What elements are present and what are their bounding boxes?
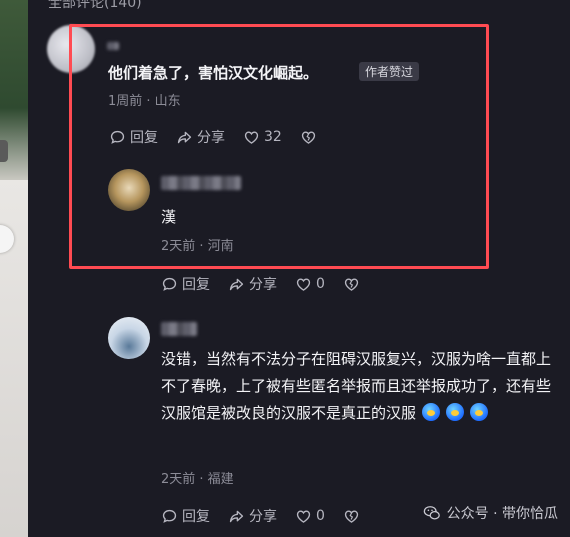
share-label: 分享 (197, 130, 225, 146)
avatar[interactable] (108, 317, 150, 359)
reply-button[interactable]: 回复 (161, 506, 210, 526)
like-button[interactable]: 32 (243, 129, 282, 146)
wechat-icon (423, 506, 440, 520)
heart-icon (244, 131, 259, 144)
dislike-button[interactable] (300, 129, 317, 146)
reply-button[interactable]: 回复 (109, 127, 158, 147)
comment-text: 他们着急了，害怕汉文化崛起。 (108, 64, 319, 82)
username-blurred[interactable] (161, 322, 197, 336)
reply-text-content: 没错，当然有不法分子在阻碍汉服复兴，汉服为啥一直都上不了春晚，上了被有些匿名举报… (161, 350, 552, 422)
share-button[interactable]: 分享 (176, 127, 225, 147)
emoji-icon (470, 403, 489, 421)
reply-text: 没错，当然有不法分子在阻碍汉服复兴，汉服为啥一直都上不了春晚，上了被有些匿名举报… (161, 346, 551, 427)
comment-meta: 1周前 · 山东 (108, 94, 181, 109)
reply-button[interactable]: 回复 (161, 274, 210, 294)
reply-actions: 回复 分享 0 (161, 506, 378, 526)
video-side-strip (0, 0, 28, 537)
watermark-text: 公众号 · 带你恰瓜 (446, 506, 558, 522)
comment-bubble-icon (110, 130, 125, 144)
emoji-icon (422, 403, 441, 421)
emoji-icon (446, 403, 465, 421)
reply-meta: 2天前 · 福建 (161, 472, 234, 487)
reply-actions: 回复 分享 0 (161, 274, 378, 294)
share-label: 分享 (249, 509, 277, 525)
watermark: 公众号 · 带你恰瓜 (423, 503, 558, 523)
broken-heart-icon (301, 131, 315, 144)
share-arrow-icon (177, 131, 192, 143)
share-label: 分享 (249, 277, 277, 293)
heart-icon (296, 510, 311, 523)
collapse-handle[interactable] (0, 140, 8, 162)
like-count: 32 (264, 129, 282, 145)
broken-heart-icon (344, 510, 359, 523)
dislike-button[interactable] (343, 276, 360, 293)
dislike-button[interactable] (343, 508, 360, 525)
like-count: 0 (316, 508, 325, 524)
share-arrow-icon (229, 278, 244, 290)
comment-bubble-icon (162, 509, 177, 523)
like-button[interactable]: 0 (295, 276, 325, 293)
reply-label: 回复 (182, 277, 210, 293)
like-button[interactable]: 0 (295, 508, 325, 525)
reply-label: 回复 (182, 509, 210, 525)
comment-bubble-icon (162, 277, 177, 291)
share-button[interactable]: 分享 (228, 274, 277, 294)
reply-label: 回复 (130, 130, 158, 146)
like-count: 0 (316, 276, 325, 292)
username-blurred[interactable] (161, 176, 241, 190)
heart-icon (296, 278, 311, 291)
share-arrow-icon (229, 510, 244, 522)
avatar[interactable] (108, 169, 150, 211)
comment-actions: 回复 分享 32 (109, 127, 335, 147)
share-button[interactable]: 分享 (228, 506, 277, 526)
broken-heart-icon (344, 278, 359, 291)
reply-meta: 2天前 · 河南 (161, 239, 234, 254)
reply-text: 漢 (161, 208, 177, 226)
comments-header: 全部评论(140) (48, 0, 142, 11)
author-liked-badge: 作者赞过 (359, 62, 420, 81)
